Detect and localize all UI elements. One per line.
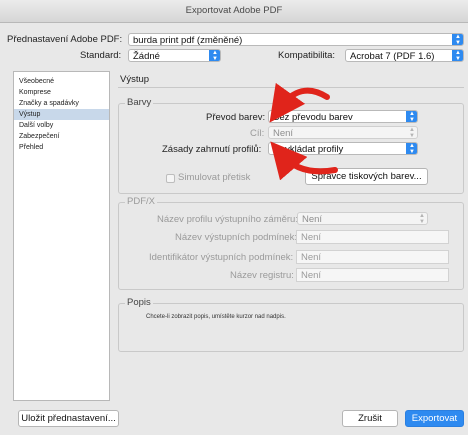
annotation-arrows [269, 82, 338, 181]
annotation-arrow-2-icon [270, 141, 338, 181]
annotation-arrow-1-icon [269, 82, 330, 123]
